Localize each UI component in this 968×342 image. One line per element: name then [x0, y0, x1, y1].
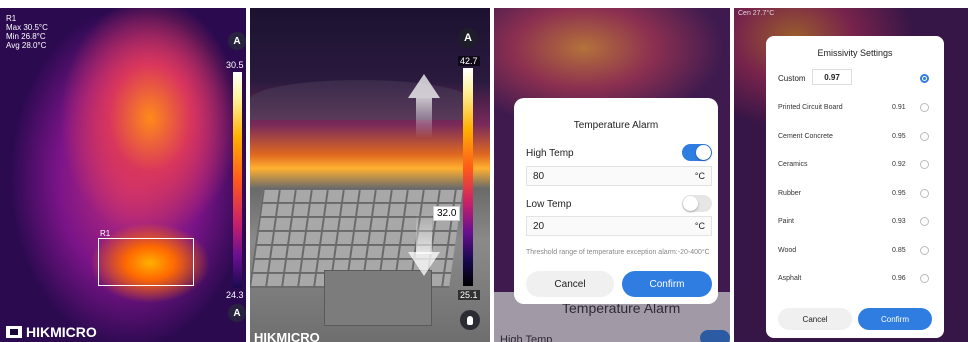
low-temp-unit: °C [694, 221, 705, 231]
material-value: 0.96 [892, 275, 906, 282]
scale-marker-value[interactable]: 32.0 [433, 206, 461, 221]
cancel-button[interactable]: Cancel [526, 271, 614, 297]
confirm-button[interactable]: Confirm [858, 308, 932, 330]
auto-scale-bottom-icon[interactable]: A [228, 304, 246, 322]
material-name: Asphalt [778, 275, 802, 282]
cancel-button[interactable]: Cancel [778, 308, 852, 330]
temperature-alarm-dialog: Temperature Alarm High Temp 80 °C Low Te… [514, 98, 718, 304]
thermal-view-board: R1 Max 30.5°C Min 26.8°C Avg 28.0°C A 30… [0, 8, 246, 342]
readout-min: Min 26.8°C [6, 32, 46, 41]
high-temp-label: High Temp [526, 148, 574, 159]
material-name: Cement Concrete [778, 132, 833, 140]
temperature-colorbar[interactable] [463, 68, 473, 286]
brand-name: HIKMICRO [26, 324, 97, 340]
scale-min-label: 24.3 [226, 290, 244, 300]
center-temp-readout: Cen 27.7°C [738, 10, 775, 17]
threshold-hint: Threshold range of temperature exception… [526, 249, 710, 256]
high-temp-value: 80 [533, 171, 545, 182]
arrow-up-stem [416, 98, 432, 138]
temperature-colorbar[interactable] [233, 72, 242, 288]
material-name: Rubber [778, 189, 801, 197]
material-value: 0.91 [892, 104, 906, 111]
material-radio[interactable] [920, 217, 929, 226]
emissivity-screen: Cen 27.7°C Emissivity Settings Custom 0.… [734, 8, 968, 342]
material-name: Paint [778, 218, 794, 225]
temperature-alarm-screen: Temperature Alarm High Temp Temperature … [494, 8, 730, 342]
material-value: 0.85 [892, 246, 906, 254]
custom-label: Custom [778, 74, 806, 83]
material-radio[interactable] [920, 103, 929, 112]
low-temp-label: Low Temp [526, 199, 572, 210]
arrow-down-stem [416, 214, 432, 254]
low-temp-value: 20 [533, 221, 545, 232]
readout-max: Max 30.5°C [6, 23, 48, 32]
material-radio[interactable] [920, 245, 929, 255]
brand-logo: HIKMICRO [6, 324, 97, 340]
readout-region: R1 [6, 14, 17, 23]
material-radio[interactable] [920, 274, 929, 283]
material-value: 0.93 [892, 218, 906, 225]
low-temp-toggle[interactable] [682, 195, 712, 212]
auto-scale-icon[interactable]: A [228, 32, 246, 50]
material-radio[interactable] [920, 188, 929, 198]
roi-label: R1 [100, 229, 111, 238]
arrow-up-icon [408, 74, 440, 98]
dialog-title: Emissivity Settings [817, 48, 893, 58]
high-temp-unit: °C [694, 171, 705, 181]
touchpad [324, 270, 432, 326]
auto-scale-icon[interactable]: A [458, 28, 478, 48]
custom-emissivity-input[interactable]: 0.97 [812, 69, 852, 85]
custom-radio[interactable] [920, 74, 929, 83]
brand-name: HIKMICRO [254, 330, 320, 342]
material-value: 0.95 [892, 189, 906, 197]
arrow-down-icon [408, 252, 440, 276]
emissivity-dialog: Emissivity Settings Custom 0.97 Cancel C… [766, 36, 944, 338]
material-name: Wood [778, 246, 797, 254]
scale-min-label: 25.1 [458, 290, 480, 300]
material-name: Printed Circuit Board [778, 104, 843, 111]
material-radio[interactable] [920, 131, 929, 141]
material-name: Ceramics [778, 161, 808, 168]
low-temp-field[interactable]: 20 °C [526, 216, 712, 236]
material-radio[interactable] [920, 160, 929, 169]
scale-max-label: 42.7 [458, 56, 480, 66]
high-temp-toggle[interactable] [682, 144, 712, 161]
thermal-image [0, 8, 246, 342]
dialog-title: Temperature Alarm [573, 120, 659, 131]
roi-rectangle[interactable] [98, 238, 194, 286]
confirm-button[interactable]: Confirm [622, 271, 712, 297]
material-value: 0.92 [892, 161, 906, 168]
thermal-view-keyboard: A 42.7 32.0 25.1 HIKMICRO [250, 8, 490, 342]
readout-avg: Avg 28.0°C [6, 41, 47, 50]
hand-pointer-icon[interactable] [460, 310, 480, 330]
scale-max-label: 30.5 [226, 60, 244, 70]
measurement-readout: R1 Max 30.5°C Min 26.8°C Avg 28.0°C [6, 14, 48, 50]
hikmicro-logo-icon [6, 326, 22, 338]
high-temp-field[interactable]: 80 °C [526, 166, 712, 186]
material-value: 0.95 [892, 132, 906, 140]
